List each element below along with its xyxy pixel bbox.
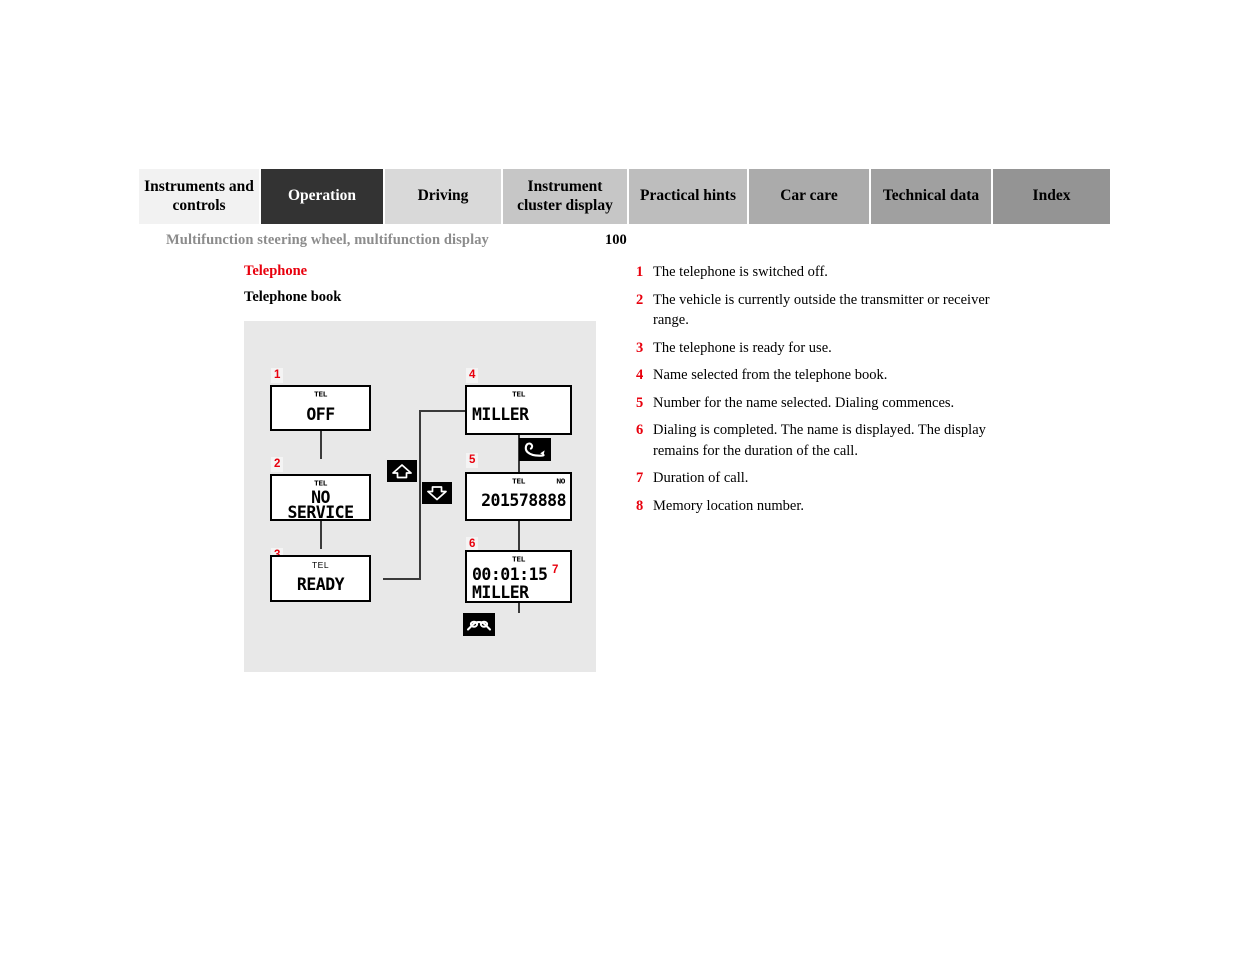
tab-operation[interactable]: Operation (261, 169, 383, 224)
legend-item-text: Number for the name selected. Dialing co… (653, 394, 955, 411)
legend-item-number: 4 (636, 367, 644, 383)
lcd-memory-location-label: NO (556, 477, 565, 486)
legend-item: 8 Memory location number. (636, 496, 1016, 517)
section-subtitle: Telephone book (244, 289, 342, 305)
connector-1-2 (320, 431, 322, 459)
up-arrow-key-icon[interactable] (387, 460, 417, 482)
legend-item-text: The telephone is switched off. (653, 264, 828, 280)
legend-item: 1 The telephone is switched off. (636, 262, 1016, 283)
lcd-tel-label: TEL (314, 479, 327, 488)
figure-callout-2: 2 (271, 457, 284, 472)
figure-legend-list: 1 The telephone is switched off. 2 The vehi… (636, 262, 1016, 523)
legend-item-text: Duration of call. (653, 470, 749, 486)
legend-item-text: Memory location number. (653, 497, 805, 514)
tab-label: Driving (417, 187, 469, 205)
tab-label: Index (1032, 187, 1071, 205)
connector-5-6 (518, 521, 520, 550)
call-end-key-icon[interactable] (463, 613, 495, 636)
call-accept-key-icon[interactable] (519, 438, 551, 461)
down-arrow-glyph (427, 485, 447, 500)
tab-label: Instruments and controls (144, 178, 254, 214)
legend-item-text: Dialing is completed. The name is displa… (653, 422, 986, 459)
legend-item-number: 6 (636, 422, 644, 438)
tab-label: Car care (780, 187, 838, 205)
lcd-screen-call-in-progress: TEL 00:01:15 MILLER (465, 550, 572, 603)
lcd-line-1: READY (296, 575, 345, 594)
tab-practical-hints[interactable]: Practical hints (629, 169, 747, 224)
legend-item-number: 7 (636, 470, 644, 486)
tab-label: Practical hints (640, 187, 736, 205)
page-number: 100 (605, 232, 627, 248)
tab-instrument-cluster-display[interactable]: Instrument cluster display (503, 169, 627, 224)
connector-ready-right (383, 578, 420, 580)
legend-item: 6 Dialing is completed. The name is displ… (636, 420, 1016, 461)
handset-off-hook-glyph (524, 441, 545, 457)
legend-item: 2 The vehicle is currently outside the tr… (636, 290, 1016, 331)
legend-item-number: 1 (636, 264, 644, 280)
figure-callout-7: 7 (552, 564, 559, 576)
lcd-tel-label: TEL (512, 477, 525, 486)
running-head: Multifunction steering wheel, multifunct… (166, 232, 489, 248)
legend-item-number: 5 (636, 394, 644, 411)
up-arrow-glyph (392, 463, 412, 478)
legend-item-text: The vehicle is currently outside the tra… (653, 291, 990, 329)
lcd-tel-label: TEL (314, 390, 327, 399)
tab-technical-data[interactable]: Technical data (871, 169, 991, 224)
tab-car-care[interactable]: Car care (749, 169, 869, 224)
legend-item: 7 Duration of call. (636, 468, 1016, 489)
lcd-screen-name-selected: TEL MILLER (465, 385, 572, 435)
handset-on-hook-glyph (466, 620, 492, 631)
lcd-tel-label: TEL (512, 555, 525, 564)
legend-item-number: 2 (636, 291, 644, 308)
lcd-line-1: 201578888 (481, 491, 566, 510)
lcd-screen-dialing-number: TEL NO 201578888 (465, 472, 572, 521)
chapter-tab-bar: Instruments and controls Operation Driving… (139, 169, 1110, 224)
lcd-screen-telephone-off: TEL OFF (270, 385, 371, 431)
legend-item: 3 The telephone is ready for use. (636, 338, 1016, 359)
legend-item-text: Name selected from the telephone book. (653, 367, 888, 383)
figure-callout-1: 1 (271, 368, 284, 383)
tab-label: Instrument cluster display (517, 178, 613, 214)
lcd-line-1: MILLER (472, 405, 529, 424)
legend-item-number: 3 (636, 339, 644, 356)
connector-ready-riser (419, 410, 421, 580)
connector-2-3 (320, 521, 322, 549)
connector-ready-to-miller (419, 410, 465, 412)
lcd-screen-no-service: TEL NO SERVICE (270, 474, 371, 522)
section-title: Telephone (244, 263, 308, 279)
connector-6-endkey (518, 603, 520, 613)
lcd-caller-name: MILLER (472, 583, 529, 602)
legend-item-number: 8 (636, 497, 644, 514)
lcd-screen-ready: TEL READY (270, 555, 371, 602)
tab-instruments-and-controls[interactable]: Instruments and controls (139, 169, 259, 224)
tab-label: Operation (287, 187, 357, 205)
lcd-tel-label: TEL (512, 390, 525, 399)
down-arrow-key-icon[interactable] (422, 482, 452, 504)
tab-index[interactable]: Index (993, 169, 1110, 224)
tab-label: Technical data (882, 187, 980, 205)
lcd-tel-label: TEL (311, 560, 330, 570)
legend-item-text: The telephone is ready for use. (653, 339, 832, 356)
lcd-line-1: OFF (306, 405, 335, 424)
telephone-flow-figure: 1 TEL OFF 2 TEL NO SERVICE 3 TEL READY 4… (244, 321, 596, 672)
lcd-line-2: SERVICE (287, 503, 354, 522)
legend-item: 5 Number for the name selected. Dialing c… (636, 393, 1016, 414)
figure-callout-5: 5 (466, 453, 479, 468)
legend-item: 4 Name selected from the telephone book. (636, 365, 1016, 386)
tab-driving[interactable]: Driving (385, 169, 501, 224)
figure-callout-4: 4 (466, 368, 479, 383)
